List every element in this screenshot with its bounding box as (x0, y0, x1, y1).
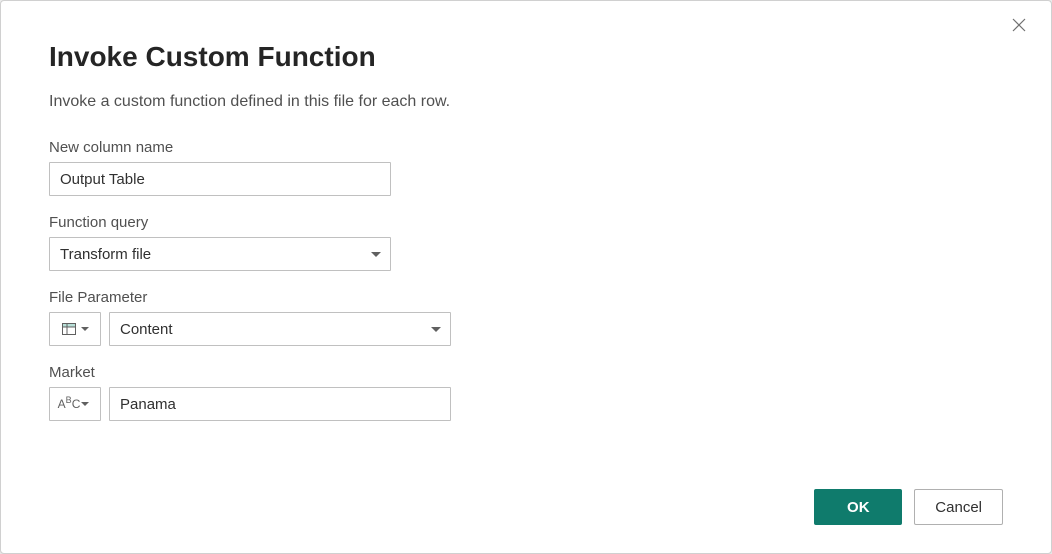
function-query-label: Function query (49, 214, 1003, 231)
file-parameter-label: File Parameter (49, 289, 1003, 306)
market-group: Market ABC (49, 364, 1003, 421)
text-icon: ABC (60, 395, 78, 413)
chevron-down-icon (80, 324, 90, 334)
table-icon (60, 320, 78, 338)
file-parameter-value: Content (120, 321, 173, 338)
chevron-down-icon (80, 399, 90, 409)
market-type-picker[interactable]: ABC (49, 387, 101, 421)
file-parameter-group: File Parameter (49, 289, 1003, 346)
invoke-custom-function-dialog: Invoke Custom Function Invoke a custom f… (0, 0, 1052, 554)
file-parameter-select[interactable]: Content (109, 312, 451, 346)
function-query-group: Function query Transform file (49, 214, 1003, 271)
dialog-footer: OK Cancel (814, 489, 1003, 525)
new-column-name-group: New column name (49, 139, 1003, 196)
close-button[interactable] (1011, 17, 1031, 37)
market-label: Market (49, 364, 1003, 381)
function-query-value: Transform file (60, 246, 151, 263)
dialog-subtitle: Invoke a custom function defined in this… (49, 93, 1003, 111)
file-parameter-type-picker[interactable] (49, 312, 101, 346)
ok-button[interactable]: OK (814, 489, 902, 525)
cancel-button[interactable]: Cancel (914, 489, 1003, 525)
close-icon (1011, 17, 1027, 33)
new-column-name-label: New column name (49, 139, 1003, 156)
market-input[interactable] (109, 387, 451, 421)
dialog-title: Invoke Custom Function (49, 41, 1003, 73)
function-query-select[interactable]: Transform file (49, 237, 391, 271)
new-column-name-input[interactable] (49, 162, 391, 196)
